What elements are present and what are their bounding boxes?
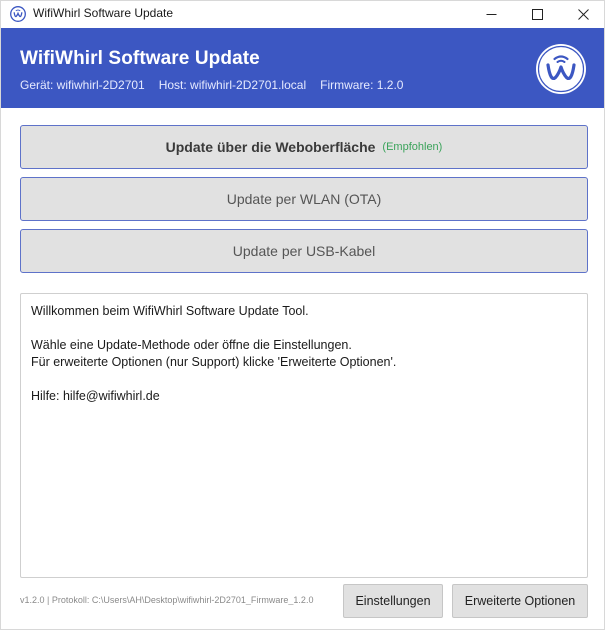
device-name: Gerät: wifiwhirl-2D2701 xyxy=(20,78,145,92)
update-web-button[interactable]: Update über die Weboberfläche (Empfohlen… xyxy=(20,125,588,169)
minimize-icon xyxy=(486,13,496,15)
maximize-icon xyxy=(531,8,543,20)
update-usb-button[interactable]: Update per USB-Kabel xyxy=(20,229,588,273)
close-button[interactable] xyxy=(560,1,605,27)
update-web-label: Update über die Weboberfläche xyxy=(165,139,376,155)
app-window: WifiWhirl Software Update WifiWhirl Soft… xyxy=(0,0,605,630)
firmware-version: Firmware: 1.2.0 xyxy=(320,78,404,92)
log-line: Für erweiterte Optionen (nur Support) kl… xyxy=(31,355,397,369)
header-title: WifiWhirl Software Update xyxy=(20,48,260,69)
log-line: Hilfe: hilfe@wifiwhirl.de xyxy=(31,389,160,403)
status-bar-text: v1.2.0 | Protokoll: C:\Users\AH\Desktop\… xyxy=(20,595,314,605)
recommended-badge: (Empfohlen) xyxy=(382,141,443,153)
minimize-button[interactable] xyxy=(468,1,514,27)
log-line: Willkommen beim WifiWhirl Software Updat… xyxy=(31,304,309,318)
wifiwhirl-logo-icon xyxy=(536,44,586,94)
device-host: Host: wifiwhirl-2D2701.local xyxy=(158,78,307,92)
advanced-options-button[interactable]: Erweiterte Optionen xyxy=(452,584,588,618)
update-ota-label: Update per WLAN (OTA) xyxy=(226,191,382,207)
device-info: Gerät: wifiwhirl-2D2701 Host: wifiwhirl-… xyxy=(20,78,403,92)
title-bar[interactable]: WifiWhirl Software Update xyxy=(1,1,604,27)
wifiwhirl-logo-icon xyxy=(10,6,26,22)
header-banner: WifiWhirl Software Update Gerät: wifiwhi… xyxy=(1,28,604,108)
maximize-button[interactable] xyxy=(514,1,560,27)
update-ota-button[interactable]: Update per WLAN (OTA) xyxy=(20,177,588,221)
update-usb-label: Update per USB-Kabel xyxy=(232,243,376,259)
settings-button[interactable]: Einstellungen xyxy=(343,584,443,618)
log-line: Wähle eine Update-Methode oder öffne die… xyxy=(31,338,352,352)
close-icon xyxy=(577,8,589,20)
window-title: WifiWhirl Software Update xyxy=(33,6,174,20)
message-log[interactable]: Willkommen beim WifiWhirl Software Updat… xyxy=(20,293,588,578)
